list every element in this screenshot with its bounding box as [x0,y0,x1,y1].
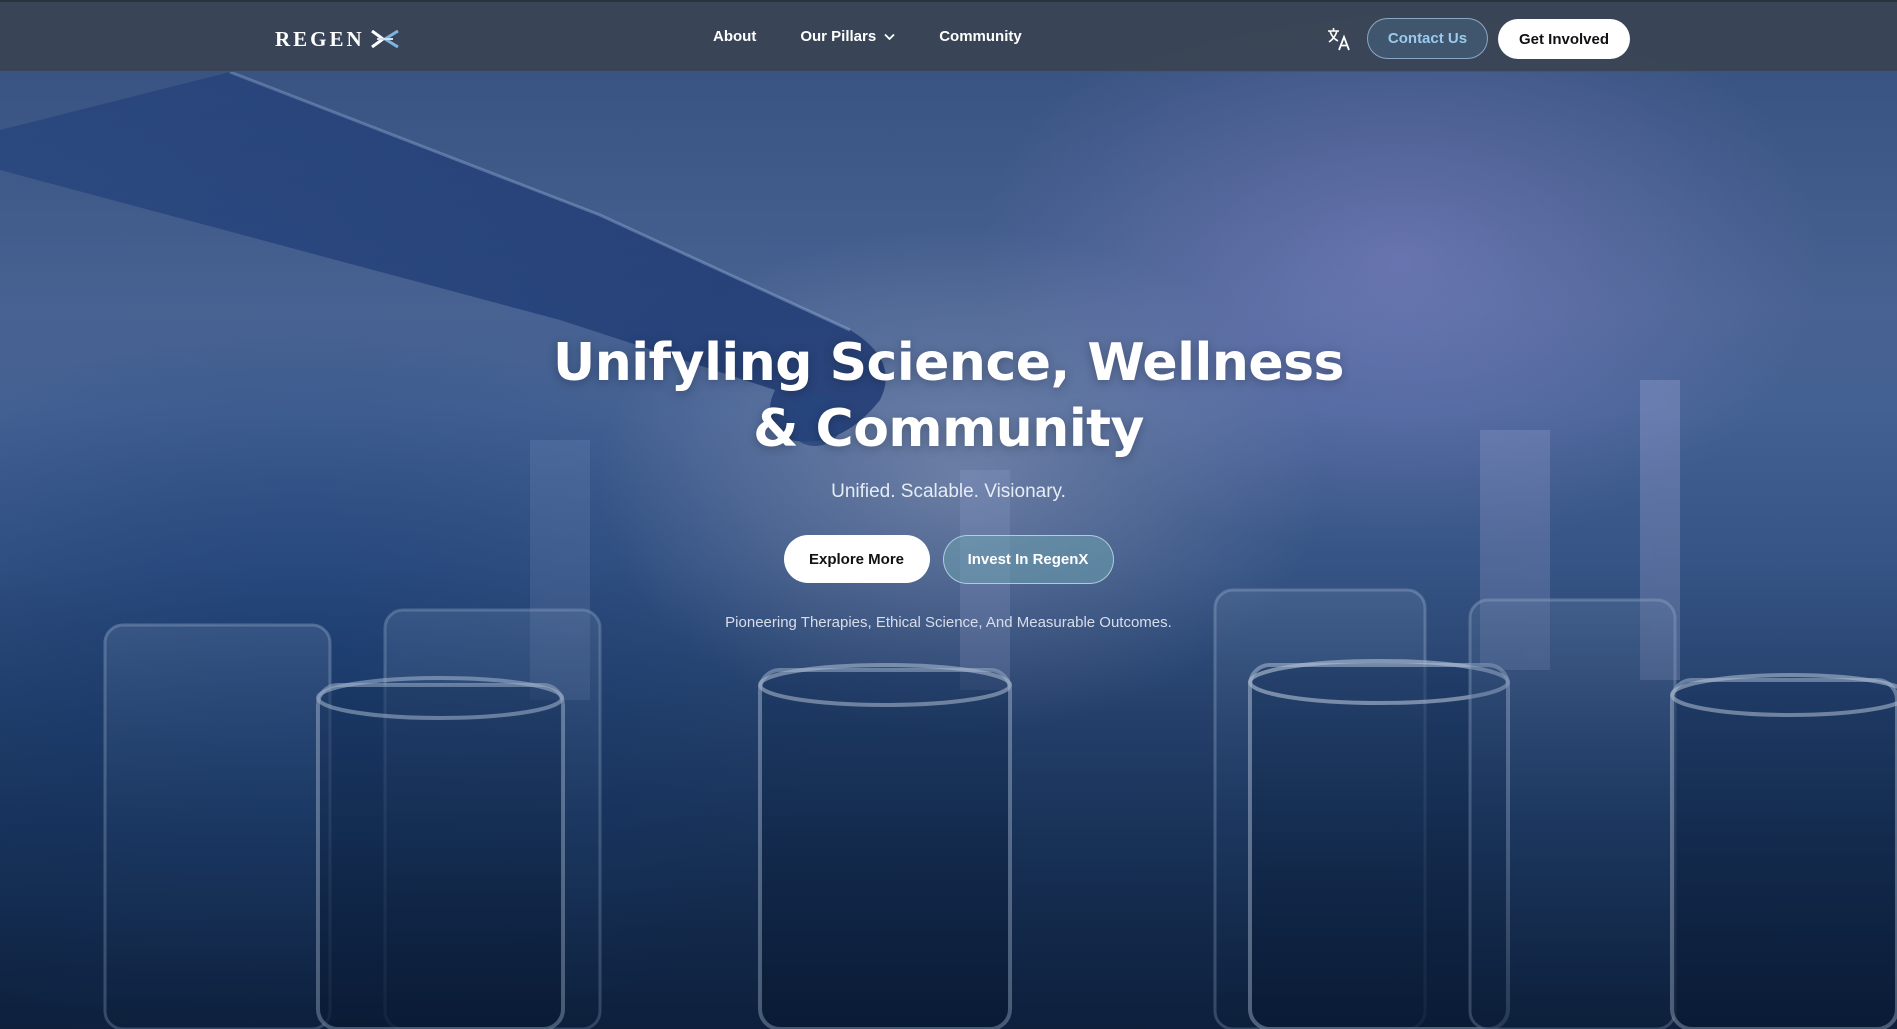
landing-page: REGEN About Our Pillars Community Contac… [0,0,1897,1029]
regenx-logo[interactable]: REGEN [275,24,399,54]
hero-section: Unifyling Science, Wellness & Community … [0,330,1897,631]
explore-more-button[interactable]: Explore More [783,535,930,583]
hero-subtitle: Unified. Scalable. Visionary. [831,481,1066,502]
logo-text: REGEN [275,26,365,51]
nav-about-link[interactable]: About [713,28,756,45]
nav-about-label: About [713,28,757,45]
get-involved-button[interactable]: Get Involved [1498,19,1630,59]
hero-cta-group: Explore More Invest In RegenX [0,535,1897,584]
contact-us-button[interactable]: Contact Us [1367,18,1488,59]
top-navbar: REGEN About Our Pillars Community Contac… [0,0,1897,72]
regenx-x-mark-icon [370,30,399,48]
nav-community-link[interactable]: Community [939,28,1022,45]
invest-in-regenx-button[interactable]: Invest In RegenX [942,535,1114,584]
chevron-down-icon [884,33,895,40]
hero-title: Unifyling Science, Wellness & Community [552,333,1345,459]
nav-our-pillars-dropdown[interactable]: Our Pillars [800,28,895,45]
nav-community-label: Community [939,28,1022,45]
nav-our-pillars-label: Our Pillars [800,28,877,45]
translate-icon[interactable] [1326,26,1352,52]
hero-tagline: Pioneering Therapies, Ethical Science, A… [725,614,1172,631]
primary-nav: About Our Pillars Community [713,28,1022,45]
